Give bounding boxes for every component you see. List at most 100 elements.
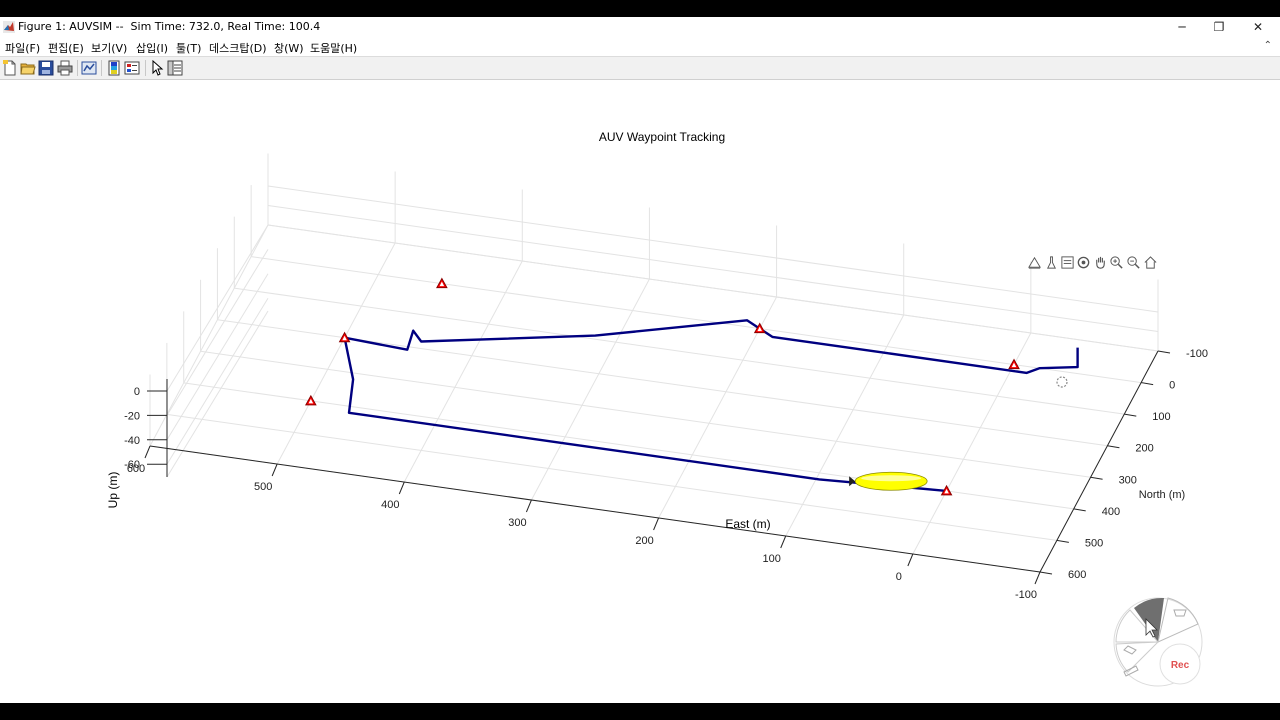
grid-line bbox=[149, 224, 269, 447]
z-tick-label: 0 bbox=[134, 386, 140, 398]
x-tick bbox=[525, 499, 532, 513]
rotate-3d-icon[interactable] bbox=[1076, 255, 1091, 270]
grid-line bbox=[267, 224, 1159, 352]
recorder-widget[interactable]: Rec bbox=[1112, 590, 1204, 694]
x-tick bbox=[398, 481, 405, 495]
export-icon[interactable] bbox=[1027, 255, 1042, 270]
trajectory-line bbox=[343, 319, 1079, 493]
top-letterbox bbox=[0, 0, 1280, 17]
grid-line bbox=[251, 256, 1142, 384]
x-tick-label: 400 bbox=[381, 499, 399, 511]
grid-layer bbox=[149, 153, 1159, 573]
menu-desktop[interactable]: 데스크탑(D) bbox=[209, 40, 267, 56]
new-figure-icon[interactable] bbox=[2, 60, 18, 76]
axes-plot[interactable]: 600 500 400 300 200 100 0 -100 -100 0 100 200 300 400… bbox=[0, 79, 1280, 703]
y-tick-label: -100 bbox=[1186, 348, 1208, 360]
zoom-out-icon[interactable] bbox=[1126, 255, 1141, 270]
datatips-icon[interactable] bbox=[1060, 255, 1075, 270]
menu-insert[interactable]: 삽입(I) bbox=[136, 40, 168, 56]
y-tick-label: 0 bbox=[1169, 380, 1175, 392]
brush-icon[interactable] bbox=[1044, 255, 1059, 270]
grid-line bbox=[234, 287, 1125, 415]
y-tick bbox=[1090, 476, 1103, 480]
x-tick-label: -100 bbox=[1015, 589, 1037, 601]
restore-view-icon[interactable] bbox=[1143, 255, 1158, 270]
close-button[interactable]: ✕ bbox=[1238, 17, 1278, 37]
y-tick bbox=[1124, 413, 1137, 417]
x-tick bbox=[1034, 571, 1041, 585]
link-plot-icon[interactable] bbox=[81, 60, 97, 76]
window-title: Figure 1: AUVSIM -- Sim Time: 732.0, Rea… bbox=[18, 20, 321, 33]
y-tick-label: 200 bbox=[1135, 443, 1153, 455]
save-icon[interactable] bbox=[38, 60, 54, 76]
loading-spinner-icon bbox=[1056, 376, 1068, 388]
auv-vehicle bbox=[849, 471, 928, 491]
y-tick-label: 500 bbox=[1085, 537, 1103, 549]
insert-legend-icon[interactable] bbox=[124, 60, 140, 76]
menu-edit[interactable]: 편집(E) bbox=[48, 40, 84, 56]
toolbar-separator bbox=[77, 60, 78, 76]
print-icon[interactable] bbox=[57, 60, 73, 76]
y-tick bbox=[1073, 508, 1086, 512]
y-tick bbox=[1141, 382, 1154, 386]
grid-line bbox=[403, 260, 523, 483]
menu-window[interactable]: 창(W) bbox=[274, 40, 304, 56]
toolbar-separator bbox=[101, 60, 102, 76]
maximize-button[interactable]: ❐ bbox=[1199, 17, 1239, 37]
y-tick-label: 400 bbox=[1102, 506, 1120, 518]
text-layer: 600 500 400 300 200 100 0 -100 -100 0 100 200 300 400… bbox=[124, 348, 1208, 601]
chart-title: AUV Waypoint Tracking bbox=[599, 130, 725, 144]
x-tick bbox=[780, 535, 787, 549]
pan-icon[interactable] bbox=[1093, 255, 1108, 270]
menu-view[interactable]: 보기(V) bbox=[91, 40, 127, 56]
y-tick bbox=[1157, 350, 1171, 354]
x-axis-line bbox=[149, 445, 1041, 573]
edit-plot-icon[interactable] bbox=[149, 60, 165, 76]
y-tick bbox=[1056, 539, 1069, 543]
x-tick-label: 0 bbox=[896, 571, 902, 583]
grid-line bbox=[267, 205, 1159, 332]
grid-line bbox=[166, 310, 269, 478]
rec-label: Rec bbox=[1171, 660, 1190, 671]
x-tick-label: 200 bbox=[635, 535, 653, 547]
minimize-icon: ─ bbox=[1178, 20, 1186, 34]
property-inspector-icon[interactable] bbox=[167, 60, 183, 76]
x-tick bbox=[653, 517, 660, 531]
figure-toolbar bbox=[0, 56, 1280, 80]
z-tick-label: -40 bbox=[124, 435, 140, 447]
menu-tools[interactable]: 툴(T) bbox=[176, 40, 201, 56]
axes-box bbox=[144, 350, 1171, 585]
x-tick bbox=[144, 445, 151, 459]
minimize-button[interactable]: ─ bbox=[1162, 17, 1202, 37]
restore-icon: ❐ bbox=[1213, 20, 1225, 34]
toolbar-separator bbox=[145, 60, 146, 76]
y-tick-label: 100 bbox=[1152, 411, 1170, 423]
matlab-logo-icon bbox=[3, 21, 15, 33]
z-axis-label: Up (m) bbox=[106, 472, 120, 509]
z-tick-label: -20 bbox=[124, 410, 140, 422]
grid-line bbox=[166, 297, 269, 465]
grid-line bbox=[200, 350, 1091, 478]
collapse-toolbar-icon[interactable]: ⌃ bbox=[1264, 40, 1272, 51]
y-tick-label: 300 bbox=[1119, 474, 1137, 486]
grid-line bbox=[267, 185, 1159, 313]
x-tick-label: 500 bbox=[254, 481, 272, 493]
figure-window: Figure 1: AUVSIM -- Sim Time: 732.0, Rea… bbox=[0, 17, 1280, 703]
y-tick bbox=[1039, 571, 1053, 575]
menu-help[interactable]: 도움말(H) bbox=[310, 40, 357, 56]
menu-file[interactable]: 파일(F) bbox=[5, 40, 40, 56]
close-icon: ✕ bbox=[1252, 20, 1264, 34]
zoom-in-icon[interactable] bbox=[1109, 255, 1124, 270]
x-tick bbox=[271, 463, 278, 477]
open-file-icon[interactable] bbox=[20, 60, 36, 76]
grid-line bbox=[530, 278, 650, 501]
x-axis-label: East (m) bbox=[725, 517, 770, 531]
insert-colorbar-icon[interactable] bbox=[106, 60, 122, 76]
title-bar: Figure 1: AUVSIM -- Sim Time: 732.0, Rea… bbox=[0, 17, 1280, 37]
figure-canvas: 600 500 400 300 200 100 0 -100 -100 0 100 200 300 400… bbox=[0, 79, 1280, 703]
grid-line bbox=[276, 242, 396, 465]
y-tick-label: 600 bbox=[1068, 569, 1086, 581]
menu-bar: 파일(F) 편집(E) 보기(V) 삽입(I) 툴(T) 데스크탑(D) 창(W… bbox=[0, 37, 1280, 56]
z-tick-label: -60 bbox=[124, 459, 140, 471]
bottom-letterbox bbox=[0, 703, 1280, 720]
